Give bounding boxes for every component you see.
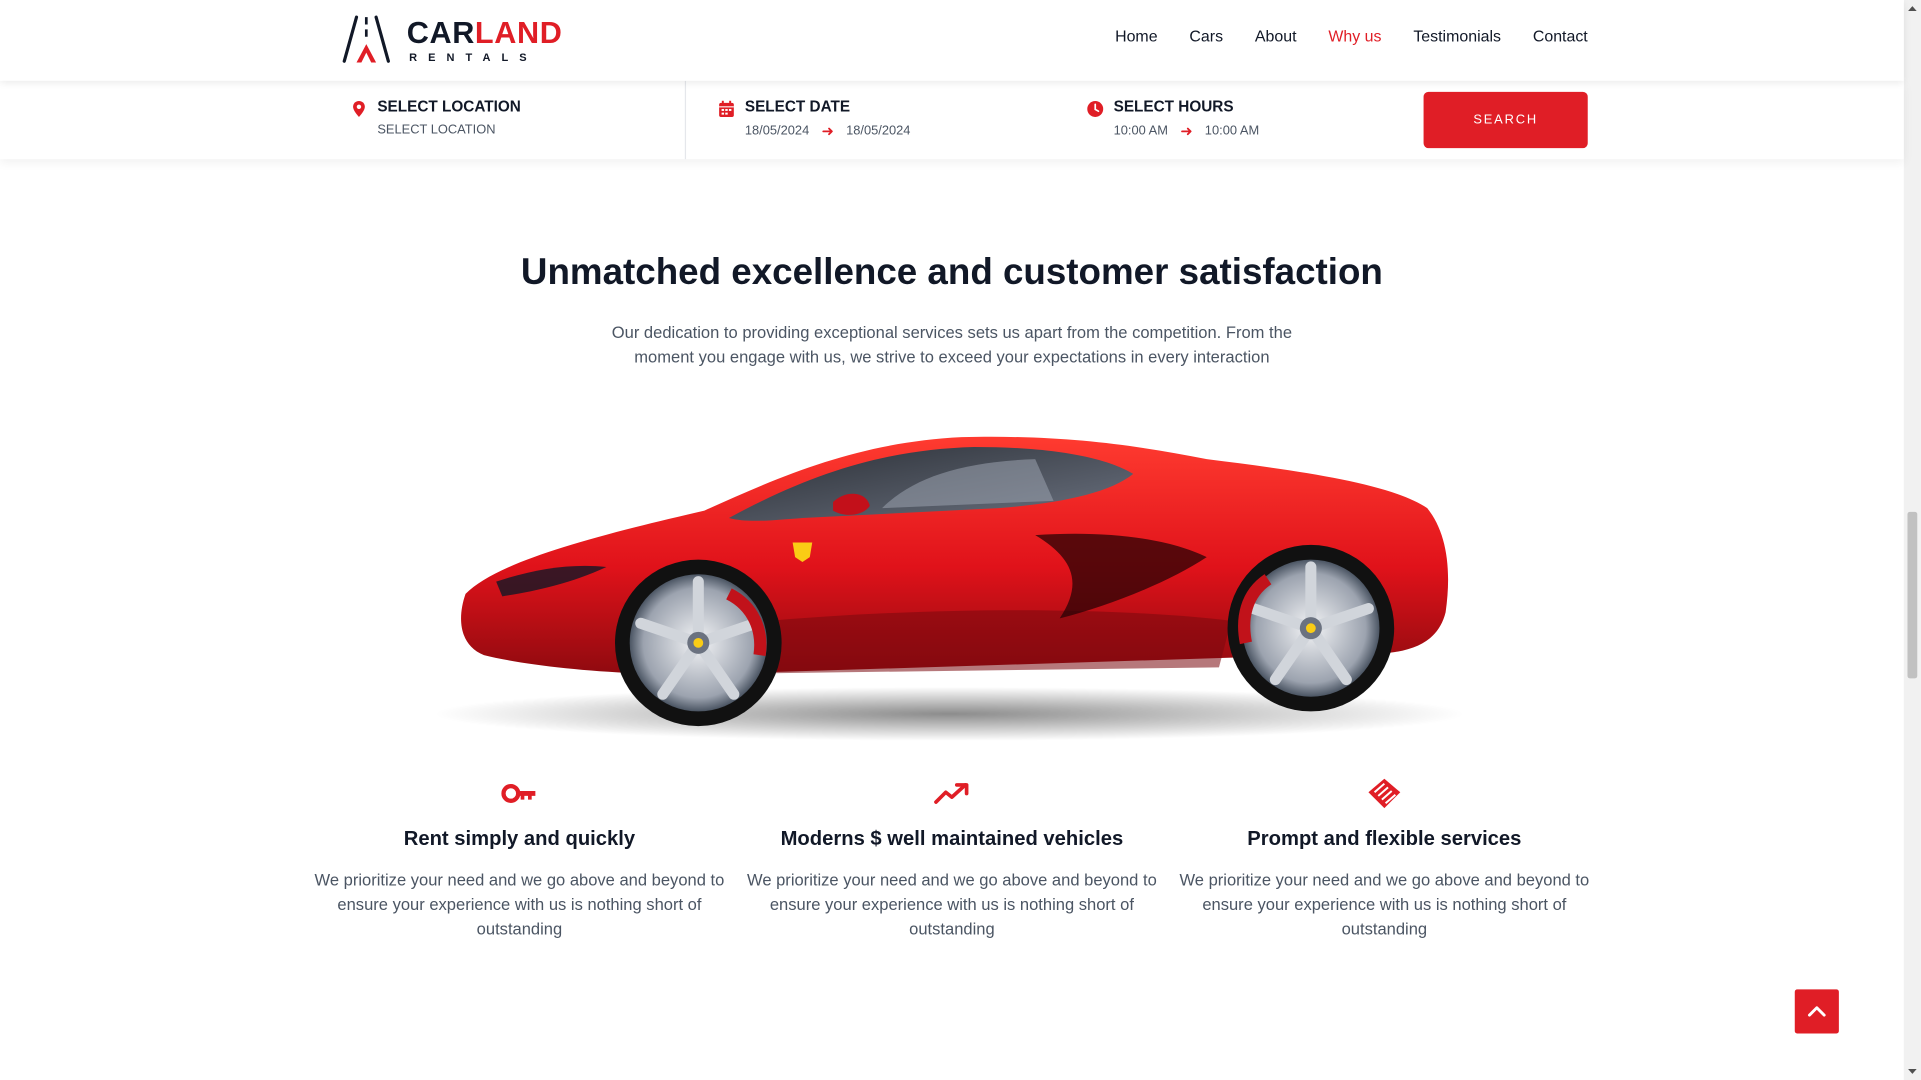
chevron-up-icon: [1808, 1006, 1826, 1017]
main-nav: Home Cars About Why us Testimonials Cont…: [1115, 27, 1588, 45]
location-label: SELECT LOCATION: [377, 97, 521, 116]
hero-car-image: [423, 422, 1477, 741]
feature-title: Moderns $ well maintained vehicles: [780, 827, 1124, 850]
red-sports-car-illustration: [434, 436, 1464, 741]
nav-home[interactable]: Home: [1115, 27, 1157, 45]
calendar-icon: [719, 100, 734, 117]
nav-why-us[interactable]: Why us: [1328, 27, 1381, 45]
map-pin-icon: [353, 101, 365, 117]
feature-card: Prompt and flexible services We prioriti…: [1179, 776, 1591, 941]
scrollbar-thumb[interactable]: [1907, 511, 1918, 679]
back-to-top-button[interactable]: [1794, 989, 1839, 1034]
nav-testimonials[interactable]: Testimonials: [1413, 27, 1501, 45]
date-field[interactable]: SELECT DATE 18/05/2024 ➜ 18/05/2024: [718, 97, 911, 140]
search-button[interactable]: SEARCH: [1423, 91, 1588, 149]
feature-text: We prioritize your need and we go above …: [1179, 870, 1590, 938]
location-value: SELECT LOCATION: [377, 122, 496, 138]
clock-icon: [1087, 101, 1104, 117]
feature-card: Rent simply and quickly We prioritize yo…: [314, 776, 726, 941]
booking-search-bar: SELECT LOCATION SELECT LOCATION SELECT D…: [0, 80, 1904, 160]
road-logo-icon: [342, 15, 390, 63]
page: CARLAND RENTALS Home Cars About Why us T…: [0, 0, 1921, 1080]
search-divider: [684, 80, 687, 160]
brand-subtitle: RENTALS: [409, 50, 538, 64]
feature-title: Prompt and flexible services: [1247, 827, 1522, 850]
arrow-right-icon: ➜: [821, 122, 834, 140]
brand-word-car: CAR: [406, 15, 475, 50]
date-from: 18/05/2024: [744, 123, 810, 139]
hours-field[interactable]: SELECT HOURS 10:00 AM ➜ 10:00 AM: [1087, 97, 1260, 140]
section-lead: Our dedication to providing exceptional …: [611, 323, 1293, 367]
feature-title: Rent simply and quickly: [403, 827, 636, 850]
trending-up-icon: [934, 783, 969, 804]
nav-contact[interactable]: Contact: [1533, 27, 1588, 45]
hours-from: 10:00 AM: [1113, 123, 1168, 139]
handshake-icon: [1368, 778, 1401, 809]
section-title: Unmatched excellence and customer satisf…: [520, 252, 1383, 293]
site-header: CARLAND RENTALS Home Cars About Why us T…: [0, 0, 1904, 81]
date-label: SELECT DATE: [744, 97, 851, 116]
feature-text: We prioritize your need and we go above …: [747, 870, 1157, 938]
arrow-right-icon: ➜: [1180, 122, 1193, 140]
location-field[interactable]: SELECT LOCATION SELECT LOCATION: [350, 97, 521, 138]
hours-to: 10:00 AM: [1204, 123, 1260, 139]
date-to: 18/05/2024: [846, 123, 911, 139]
nav-cars[interactable]: Cars: [1189, 27, 1223, 45]
page-scrollbar[interactable]: [1903, 0, 1921, 1080]
hours-label: SELECT HOURS: [1113, 97, 1234, 116]
scroll-up-arrow-icon[interactable]: [1904, 0, 1921, 17]
features-list: Rent simply and quickly We prioritize yo…: [314, 776, 1591, 941]
key-icon: [501, 783, 536, 803]
brand-word-land: LAND: [474, 15, 563, 50]
nav-about[interactable]: About: [1255, 27, 1297, 45]
brand-logo[interactable]: CARLAND RENTALS: [341, 15, 563, 66]
feature-text: We prioritize your need and we go above …: [314, 870, 725, 938]
scroll-down-arrow-icon[interactable]: [1904, 1063, 1921, 1080]
feature-card: Moderns $ well maintained vehicles We pr…: [746, 776, 1158, 941]
